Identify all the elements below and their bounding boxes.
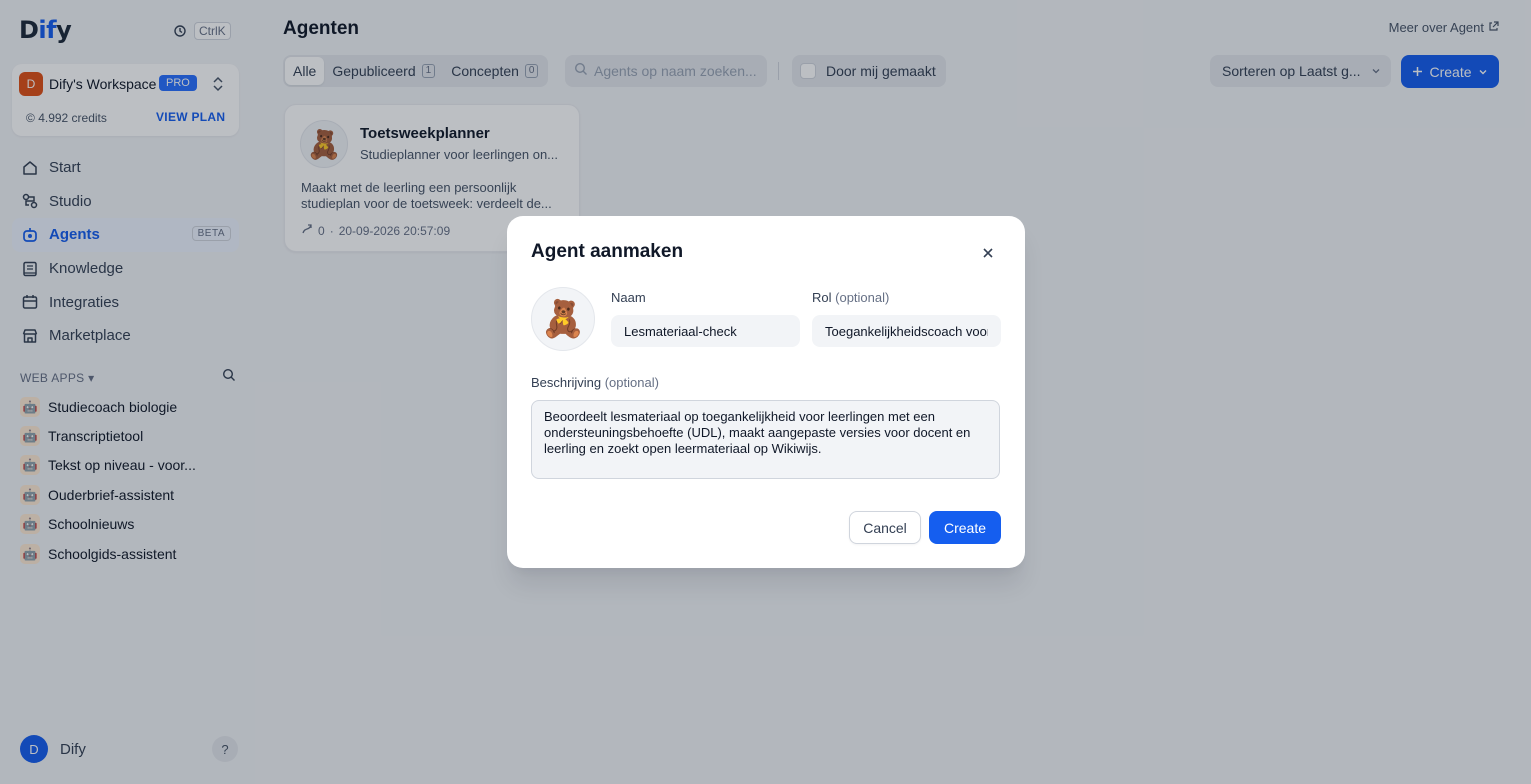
dialog-title: Agent aanmaken — [531, 241, 684, 262]
create-button[interactable]: Create — [929, 511, 1001, 544]
description-label-text: Beschrijving — [531, 375, 602, 390]
optional-hint: (optional) — [604, 375, 659, 390]
close-icon[interactable] — [979, 244, 997, 262]
description-field[interactable]: Beoordeelt lesmateriaal op toegankelijkh… — [531, 400, 1000, 479]
role-label: Rol (optional) — [812, 290, 889, 305]
create-agent-dialog: Agent aanmaken 🧸 Naam Rol (optional) Bes… — [507, 216, 1025, 568]
agent-avatar-picker[interactable]: 🧸 — [531, 287, 595, 351]
role-label-text: Rol — [812, 290, 832, 305]
role-field[interactable] — [812, 315, 1001, 347]
name-field[interactable] — [611, 315, 800, 347]
name-label: Naam — [611, 290, 646, 305]
description-label: Beschrijving (optional) — [531, 375, 659, 390]
cancel-button[interactable]: Cancel — [849, 511, 921, 544]
optional-hint: (optional) — [835, 290, 890, 305]
